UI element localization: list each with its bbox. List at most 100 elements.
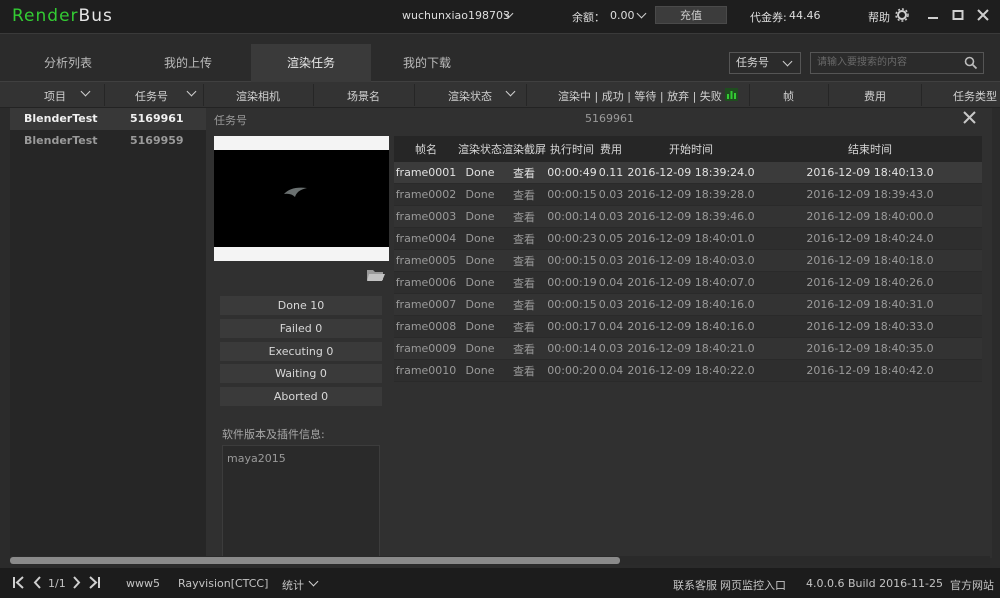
scrollbar-thumb[interactable] (10, 557, 620, 564)
app-logo: RenderBus (12, 6, 113, 26)
first-page-icon[interactable] (12, 576, 24, 589)
frame-name: frame0006 (395, 276, 457, 289)
frames-header-cell[interactable]: 费用 (598, 141, 624, 157)
task-row[interactable]: BlenderTest 5169961 (10, 108, 206, 130)
frame-row[interactable]: frame0001 Done 查看 00:00:49 0.11 2016-12-09 18… (394, 162, 982, 184)
preview-object (284, 187, 307, 197)
frame-cost: 0.03 (598, 188, 624, 201)
task-row[interactable]: BlenderTest 5169959 (10, 130, 206, 152)
frame-name: frame0007 (395, 298, 457, 311)
frame-exec-time: 00:00:15 (547, 188, 597, 201)
col-cost[interactable]: 费用 (864, 88, 886, 104)
last-page-icon[interactable] (89, 576, 101, 589)
frame-status: Done (465, 276, 495, 289)
col-progress[interactable]: 渲染中 | 成功 | 等待 | 放弃 | 失败 (558, 88, 722, 104)
col-task-type[interactable]: 任务类型 (953, 88, 1000, 104)
task-number: 5169959 (130, 134, 184, 147)
col-task-no[interactable]: 任务号 (135, 88, 168, 104)
frame-screenshot-link[interactable]: 查看 (502, 209, 546, 225)
website-link[interactable]: 官方网站 (950, 577, 994, 593)
frames-header-cell[interactable]: 渲染截屏 (502, 141, 546, 157)
col-divider (104, 84, 105, 106)
frame-row[interactable]: frame0006 Done 查看 00:00:19 0.04 2016-12-09 18… (394, 272, 982, 294)
frames-header-cell[interactable]: 结束时间 (758, 141, 982, 157)
frame-row[interactable]: frame0010 Done 查看 00:00:20 0.04 2016-12-09 18… (394, 360, 982, 382)
frame-status: Done (465, 342, 495, 355)
voucher-value: 44.46 (789, 9, 821, 22)
search-icon[interactable] (964, 56, 978, 70)
frames-header-cell[interactable]: 执行时间 (546, 141, 598, 157)
col-divider (203, 84, 204, 106)
frames-table-body: frame0001 Done 查看 00:00:49 0.11 2016-12-09 18… (394, 162, 982, 382)
frame-exec-time: 00:00:17 (547, 320, 597, 333)
close-detail-icon[interactable] (963, 111, 976, 124)
version-label: 4.0.0.6 Build 2016-11-25 (806, 577, 944, 590)
settings-gear-icon[interactable] (895, 8, 909, 22)
page-indicator: 1/1 (48, 577, 66, 590)
frame-row[interactable]: frame0005 Done 查看 00:00:15 0.03 2016-12-09 18… (394, 250, 982, 272)
frame-screenshot-link[interactable]: 查看 (502, 231, 546, 247)
frame-screenshot-link[interactable]: 查看 (502, 297, 546, 313)
frame-screenshot-link[interactable]: 查看 (502, 165, 546, 181)
frame-cost: 0.04 (598, 320, 624, 333)
col-camera[interactable]: 渲染相机 (236, 88, 280, 104)
tab-render-tasks[interactable]: 渲染任务 (251, 44, 371, 82)
support-link[interactable]: 联系客服 (673, 577, 717, 593)
frame-row[interactable]: frame0008 Done 查看 00:00:17 0.04 2016-12-09 18… (394, 316, 982, 338)
frame-end-time: 2016-12-09 18:40:24.0 (806, 232, 934, 245)
preview-image (214, 150, 389, 247)
frame-exec-time: 00:00:20 (547, 364, 597, 377)
logo-bus: Bus (78, 6, 113, 26)
frame-start-time: 2016-12-09 18:40:16.0 (627, 320, 755, 333)
frame-status: Done (465, 166, 495, 179)
col-divider (526, 84, 527, 106)
frame-screenshot-link[interactable]: 查看 (502, 319, 546, 335)
frame-start-time: 2016-12-09 18:40:07.0 (627, 276, 755, 289)
frame-row[interactable]: frame0003 Done 查看 00:00:14 0.03 2016-12-09 18… (394, 206, 982, 228)
frame-screenshot-link[interactable]: 查看 (502, 187, 546, 203)
frame-row[interactable]: frame0004 Done 查看 00:00:23 0.05 2016-12-09 18… (394, 228, 982, 250)
close-icon[interactable] (976, 8, 990, 22)
frame-start-time: 2016-12-09 18:40:03.0 (627, 254, 755, 267)
frame-start-time: 2016-12-09 18:40:01.0 (627, 232, 755, 245)
search-input[interactable]: 请输入要搜索的内容 (810, 52, 984, 74)
maximize-icon[interactable] (951, 8, 965, 22)
frame-screenshot-link[interactable]: 查看 (502, 341, 546, 357)
stats-menu[interactable]: 统计 (282, 577, 304, 593)
frame-start-time: 2016-12-09 18:39:46.0 (627, 210, 755, 223)
frame-end-time: 2016-12-09 18:40:35.0 (806, 342, 934, 355)
minimize-icon[interactable] (926, 8, 940, 22)
frame-start-time: 2016-12-09 18:40:16.0 (627, 298, 755, 311)
frame-screenshot-link[interactable]: 查看 (502, 275, 546, 291)
frames-header-cell[interactable]: 渲染状态 (458, 141, 502, 157)
col-scene[interactable]: 场景名 (347, 88, 380, 104)
col-frames[interactable]: 帧 (783, 88, 794, 104)
progress-chart-icon[interactable] (725, 88, 738, 101)
col-project[interactable]: 项目 (44, 88, 66, 104)
username[interactable]: wuchunxiao198703 (402, 9, 510, 22)
frames-header-cell[interactable]: 开始时间 (624, 141, 758, 157)
software-info-box[interactable]: maya2015 (222, 445, 380, 558)
frame-status: Done (465, 298, 495, 311)
col-status[interactable]: 渲染状态 (448, 88, 492, 104)
frame-screenshot-link[interactable]: 查看 (502, 253, 546, 269)
frame-exec-time: 00:00:19 (547, 276, 597, 289)
tab-my-downloads[interactable]: 我的下载 (372, 44, 482, 82)
prev-page-icon[interactable] (33, 576, 42, 589)
frame-start-time: 2016-12-09 18:40:22.0 (627, 364, 755, 377)
next-page-icon[interactable] (72, 576, 81, 589)
open-folder-icon[interactable] (366, 267, 386, 282)
tab-my-uploads[interactable]: 我的上传 (130, 44, 246, 82)
monitor-link[interactable]: 网页监控入口 (720, 577, 786, 593)
frame-row[interactable]: frame0009 Done 查看 00:00:14 0.03 2016-12-09 18… (394, 338, 982, 360)
frame-row[interactable]: frame0002 Done 查看 00:00:15 0.03 2016-12-09 18… (394, 184, 982, 206)
help-link[interactable]: 帮助 (868, 9, 890, 25)
frame-row[interactable]: frame0007 Done 查看 00:00:15 0.03 2016-12-09 18… (394, 294, 982, 316)
frame-screenshot-link[interactable]: 查看 (502, 363, 546, 379)
recharge-button[interactable]: 充值 (655, 6, 727, 24)
tab-analysis-list[interactable]: 分析列表 (10, 44, 126, 82)
frame-end-time: 2016-12-09 18:40:00.0 (806, 210, 934, 223)
frames-header-cell[interactable]: 帧名 (394, 141, 458, 157)
frame-end-time: 2016-12-09 18:40:42.0 (806, 364, 934, 377)
frame-end-time: 2016-12-09 18:40:26.0 (806, 276, 934, 289)
